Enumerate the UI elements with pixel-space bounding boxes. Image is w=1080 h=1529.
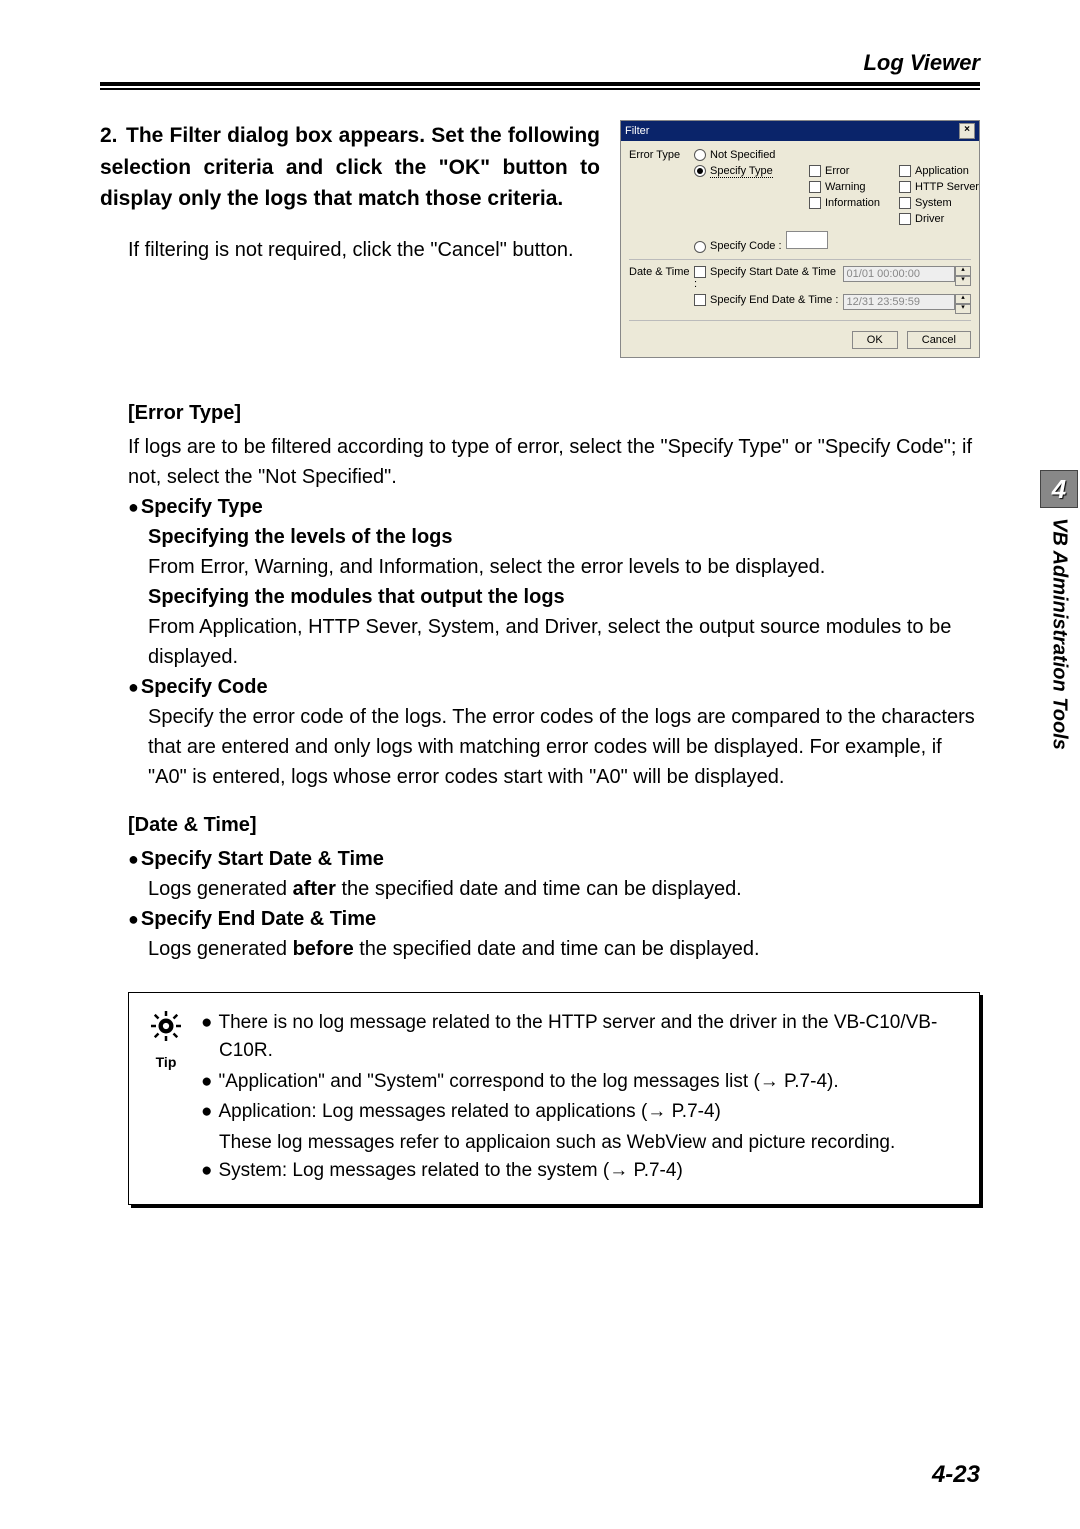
step-heading-text: The Filter dialog box appears. Set the f… — [100, 124, 600, 210]
tip-icon: Tip — [147, 1011, 185, 1074]
modules-heading: Specifying the modules that output the l… — [148, 582, 980, 612]
end-date-bullet: Specify End Date & Time — [128, 904, 980, 934]
tip-item: There is no log message related to the H… — [201, 1009, 961, 1066]
date-time-heading: [Date & Time] — [128, 810, 980, 840]
start-date-text: Logs generated after the specified date … — [148, 874, 980, 904]
end-date-spinner[interactable]: ▴▾ — [955, 294, 971, 314]
tip-list: There is no log message related to the H… — [201, 1009, 961, 1188]
error-type-intro: If logs are to be filtered according to … — [128, 432, 980, 492]
header-rule — [100, 82, 980, 90]
specify-code-text: Specify the error code of the logs. The … — [148, 702, 980, 792]
date-time-label: Date & Time — [629, 266, 694, 278]
chapter-title: VB Administration Tools — [1048, 518, 1071, 750]
levels-text: From Error, Warning, and Information, se… — [148, 552, 980, 582]
checkbox-driver[interactable] — [899, 213, 911, 225]
end-date-text: Logs generated before the specified date… — [148, 934, 980, 964]
checkbox-system[interactable] — [899, 197, 911, 209]
tip-label: Tip — [147, 1052, 185, 1073]
checkbox-error[interactable] — [809, 165, 821, 177]
dialog-title: Filter — [625, 125, 649, 137]
header-title: Log Viewer — [100, 50, 980, 76]
cancel-button[interactable]: Cancel — [907, 331, 971, 349]
checkbox-application[interactable] — [899, 165, 911, 177]
start-date-bullet: Specify Start Date & Time — [128, 844, 980, 874]
radio-specify-type[interactable] — [694, 165, 706, 177]
error-type-label: Error Type — [629, 149, 694, 161]
tip-subtext: These log messages refer to applicaion s… — [201, 1129, 961, 1158]
tip-item: "Application" and "System" correspond to… — [201, 1068, 961, 1097]
tip-item: Application: Log messages related to app… — [201, 1098, 961, 1127]
specify-type-bullet: Specify Type — [128, 492, 980, 522]
step-number: 2. — [100, 120, 126, 152]
filter-dialog-screenshot: Filter × Error Type Not Specified Specif… — [620, 120, 980, 358]
ok-button[interactable]: OK — [852, 331, 898, 349]
radio-specify-code[interactable] — [694, 241, 706, 253]
step-heading: 2.The Filter dialog box appears. Set the… — [100, 120, 600, 215]
checkbox-http[interactable] — [899, 181, 911, 193]
specify-code-bullet: Specify Code — [128, 672, 980, 702]
checkbox-warning[interactable] — [809, 181, 821, 193]
checkbox-information[interactable] — [809, 197, 821, 209]
levels-heading: Specifying the levels of the logs — [148, 522, 980, 552]
checkbox-start-date[interactable] — [694, 266, 706, 278]
end-date-input[interactable]: 12/31 23:59:59 — [843, 294, 955, 310]
radio-not-specified[interactable] — [694, 149, 706, 161]
page-number: 4-23 — [932, 1461, 980, 1489]
start-date-input[interactable]: 01/01 00:00:00 — [843, 266, 955, 282]
close-icon[interactable]: × — [959, 123, 975, 139]
modules-text: From Application, HTTP Sever, System, an… — [148, 612, 980, 672]
tip-box: Tip There is no log message related to t… — [128, 992, 980, 1205]
chapter-tab: 4 VB Administration Tools — [1038, 470, 1080, 750]
specify-code-input[interactable] — [786, 231, 828, 249]
start-date-spinner[interactable]: ▴▾ — [955, 266, 971, 286]
error-type-heading: [Error Type] — [128, 398, 980, 428]
chapter-number: 4 — [1040, 470, 1078, 508]
step-subtext: If filtering is not required, click the … — [128, 235, 600, 265]
checkbox-end-date[interactable] — [694, 294, 706, 306]
tip-item: System: Log messages related to the syst… — [201, 1157, 961, 1186]
